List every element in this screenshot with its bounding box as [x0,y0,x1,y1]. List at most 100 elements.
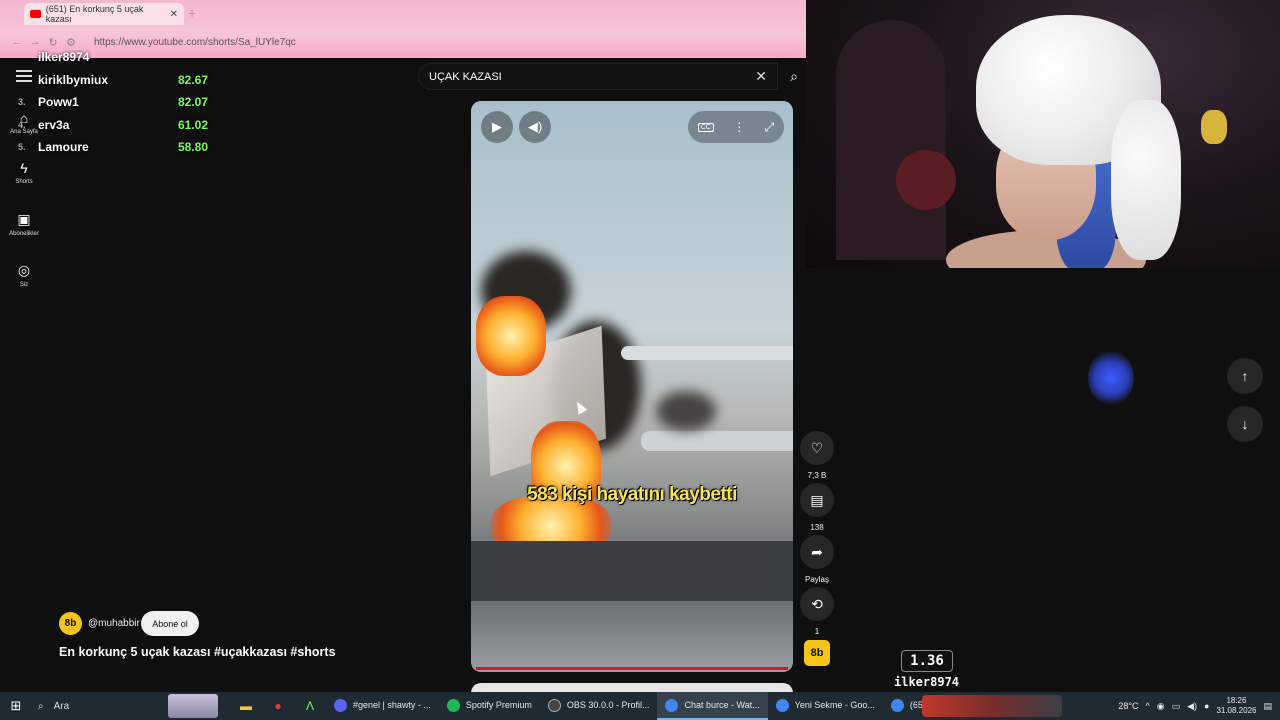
clock-time: 18:26 [1226,696,1247,705]
share-button[interactable]: ➦ Paylaş [800,535,834,584]
app-red-icon: ● [274,699,282,713]
remix-button[interactable]: ⟲ 1 [800,587,834,636]
taskbar-app-label: OBS 30.0.0 - Profil... [566,700,650,710]
taskbar-app-spotify[interactable]: Spotify Premium [439,692,540,720]
app-button-red[interactable]: ● [262,692,294,720]
taskbar-app-obs[interactable]: OBS 30.0.0 - Profil... [540,692,658,720]
youtube-icon [30,10,41,18]
sidebar-item-subscriptions[interactable]: ▣ Abonelikler [0,211,48,237]
leaderboard-name: erv3a [38,117,70,132]
chrome-icon [775,698,789,712]
temperature[interactable]: 28°C [1118,701,1138,711]
taskbar-app-label: #genel | shawty - ... [353,700,431,710]
chrome-icon [890,698,904,712]
taskbar-app-chrome-chat[interactable]: Chat burce - Wat... [657,692,768,720]
obs-icon [547,698,561,712]
overlay-user: ilker8974 [894,675,960,689]
search-icon: ⌕ [790,68,798,84]
more-options-icon[interactable]: ⋮ [733,120,745,134]
channel-handle[interactable]: @muhabbir [88,618,140,629]
channel-avatar[interactable]: 8b [59,612,82,635]
remix-count: 1 [814,627,820,636]
taskbar: ⊞ ⌕ Ara ▬ ● Λ #genel | shawty - ... Spot… [0,692,1280,720]
sidebar-item-shorts[interactable]: ϟ Shorts [0,160,48,185]
leaderboard-row: ilker8974 [18,46,238,69]
new-tab-icon[interactable]: + [188,5,196,21]
taskbar-app-discord[interactable]: #genel | shawty - ... [326,692,439,720]
like-button[interactable]: ♡ 7,3 B [800,431,834,480]
leaderboard-score: 82.07 [178,95,209,110]
clock[interactable]: 18:26 31.08.2026 [1216,696,1256,716]
leaderboard-rank: 5. [18,142,26,153]
webcam-plush [896,150,956,210]
captions-icon[interactable]: CC [697,122,714,132]
video-runway [471,541,793,601]
taskbar-app-label: Yeni Sekme - Goo... [794,700,875,710]
volume-icon[interactable]: ◀) [1187,701,1197,712]
comments-button[interactable]: ▤ 138 [800,483,834,532]
comment-icon: ▤ [800,483,834,517]
tray-app-icon[interactable]: ◉ [1157,701,1165,712]
search-button[interactable]: ⌕ [782,63,806,90]
like-count: 7,3 B [807,471,827,480]
leaderboard-rank: 4. [18,119,26,130]
video-controls: CC ⋮ ⤢ [688,111,784,143]
sidebar-item-label: Shorts [15,179,33,185]
video-subtitle: 583 kişi hayatını kaybetti [527,484,737,505]
video-progress-bar[interactable] [476,667,788,670]
microphone-icon[interactable]: ● [1204,701,1209,711]
audio-visualizer-icon [1088,350,1134,406]
fullscreen-icon[interactable]: ⤢ [765,120,775,135]
leaderboard-name: kiriklbymiux [38,72,109,87]
video-title: En korkunç 5 uçak kazası #uçakkazası #sh… [59,645,336,659]
leaderboard-rank: 3. [18,97,26,108]
start-button[interactable]: ⊞ [0,692,32,720]
leaderboard-score: 82.67 [178,72,209,87]
tab-title: (651) En korkunç 5 uçak kazası [45,4,144,24]
arrow-down-icon: ↓ [1241,416,1249,432]
taskbar-search[interactable]: ⌕ Ara [32,692,168,720]
sidebar-item-you[interactable]: ◎ Siz [0,262,48,288]
clear-search-icon[interactable]: ✕ [755,68,767,85]
folder-icon: ▬ [240,699,252,713]
webcam-feed [806,0,1280,268]
webcam-person-hat-flap [1111,100,1181,260]
video-plane [621,346,793,360]
play-icon: ▶ [492,119,502,134]
comment-count: 138 [810,523,824,532]
leaderboard-name: ilker8974 [38,50,90,65]
notifications-icon[interactable]: ▤ [1263,701,1272,712]
taskbar-app-label: Spotify Premium [465,700,532,710]
file-explorer-button[interactable]: ▬ [230,692,262,720]
volume-button[interactable]: ◀) [519,111,551,143]
video-smoke [656,391,716,431]
taskbar-app-label: Chat burce - Wat... [684,700,760,710]
channel-avatar-small[interactable]: 8b [804,640,830,666]
browser-tab[interactable]: (651) En korkunç 5 uçak kazası ✕ [24,3,184,25]
play-button[interactable]: ▶ [481,111,513,143]
tray-chevron-icon[interactable]: ^ [1145,701,1149,711]
leaderboard-name: Poww1 [38,95,79,110]
chrome-icon [665,698,679,712]
share-icon: ➦ [800,535,834,569]
taskbar-search-label: Ara [53,700,70,712]
leaderboard-score: 61.02 [178,117,209,132]
shorts-video-player[interactable]: 583 kişi hayatını kaybetti ▶ ◀) CC ⋮ ⤢ [471,101,793,672]
next-short-button[interactable]: ↓ [1227,406,1263,442]
search-input[interactable]: UÇAK KAZASI ✕ [418,63,778,90]
news-widget[interactable] [168,694,218,718]
video-fire [476,296,546,376]
taskbar-app-chrome-newtab[interactable]: Yeni Sekme - Goo... [768,692,883,720]
subscribe-button[interactable]: Abone ol [141,611,199,636]
previous-short-button[interactable]: ↑ [1227,358,1263,394]
video-plane [641,431,793,451]
like-icon: ♡ [800,431,834,465]
discord-icon [334,698,347,712]
volume-icon: ◀) [527,119,543,134]
webcam-background [836,20,946,260]
share-label: Paylaş [804,575,829,584]
overlay-score: 1.36 [901,650,953,672]
app-button-terminal[interactable]: Λ [294,692,326,720]
network-icon[interactable]: ▭ [1172,701,1181,712]
close-tab-icon[interactable]: ✕ [170,9,178,20]
